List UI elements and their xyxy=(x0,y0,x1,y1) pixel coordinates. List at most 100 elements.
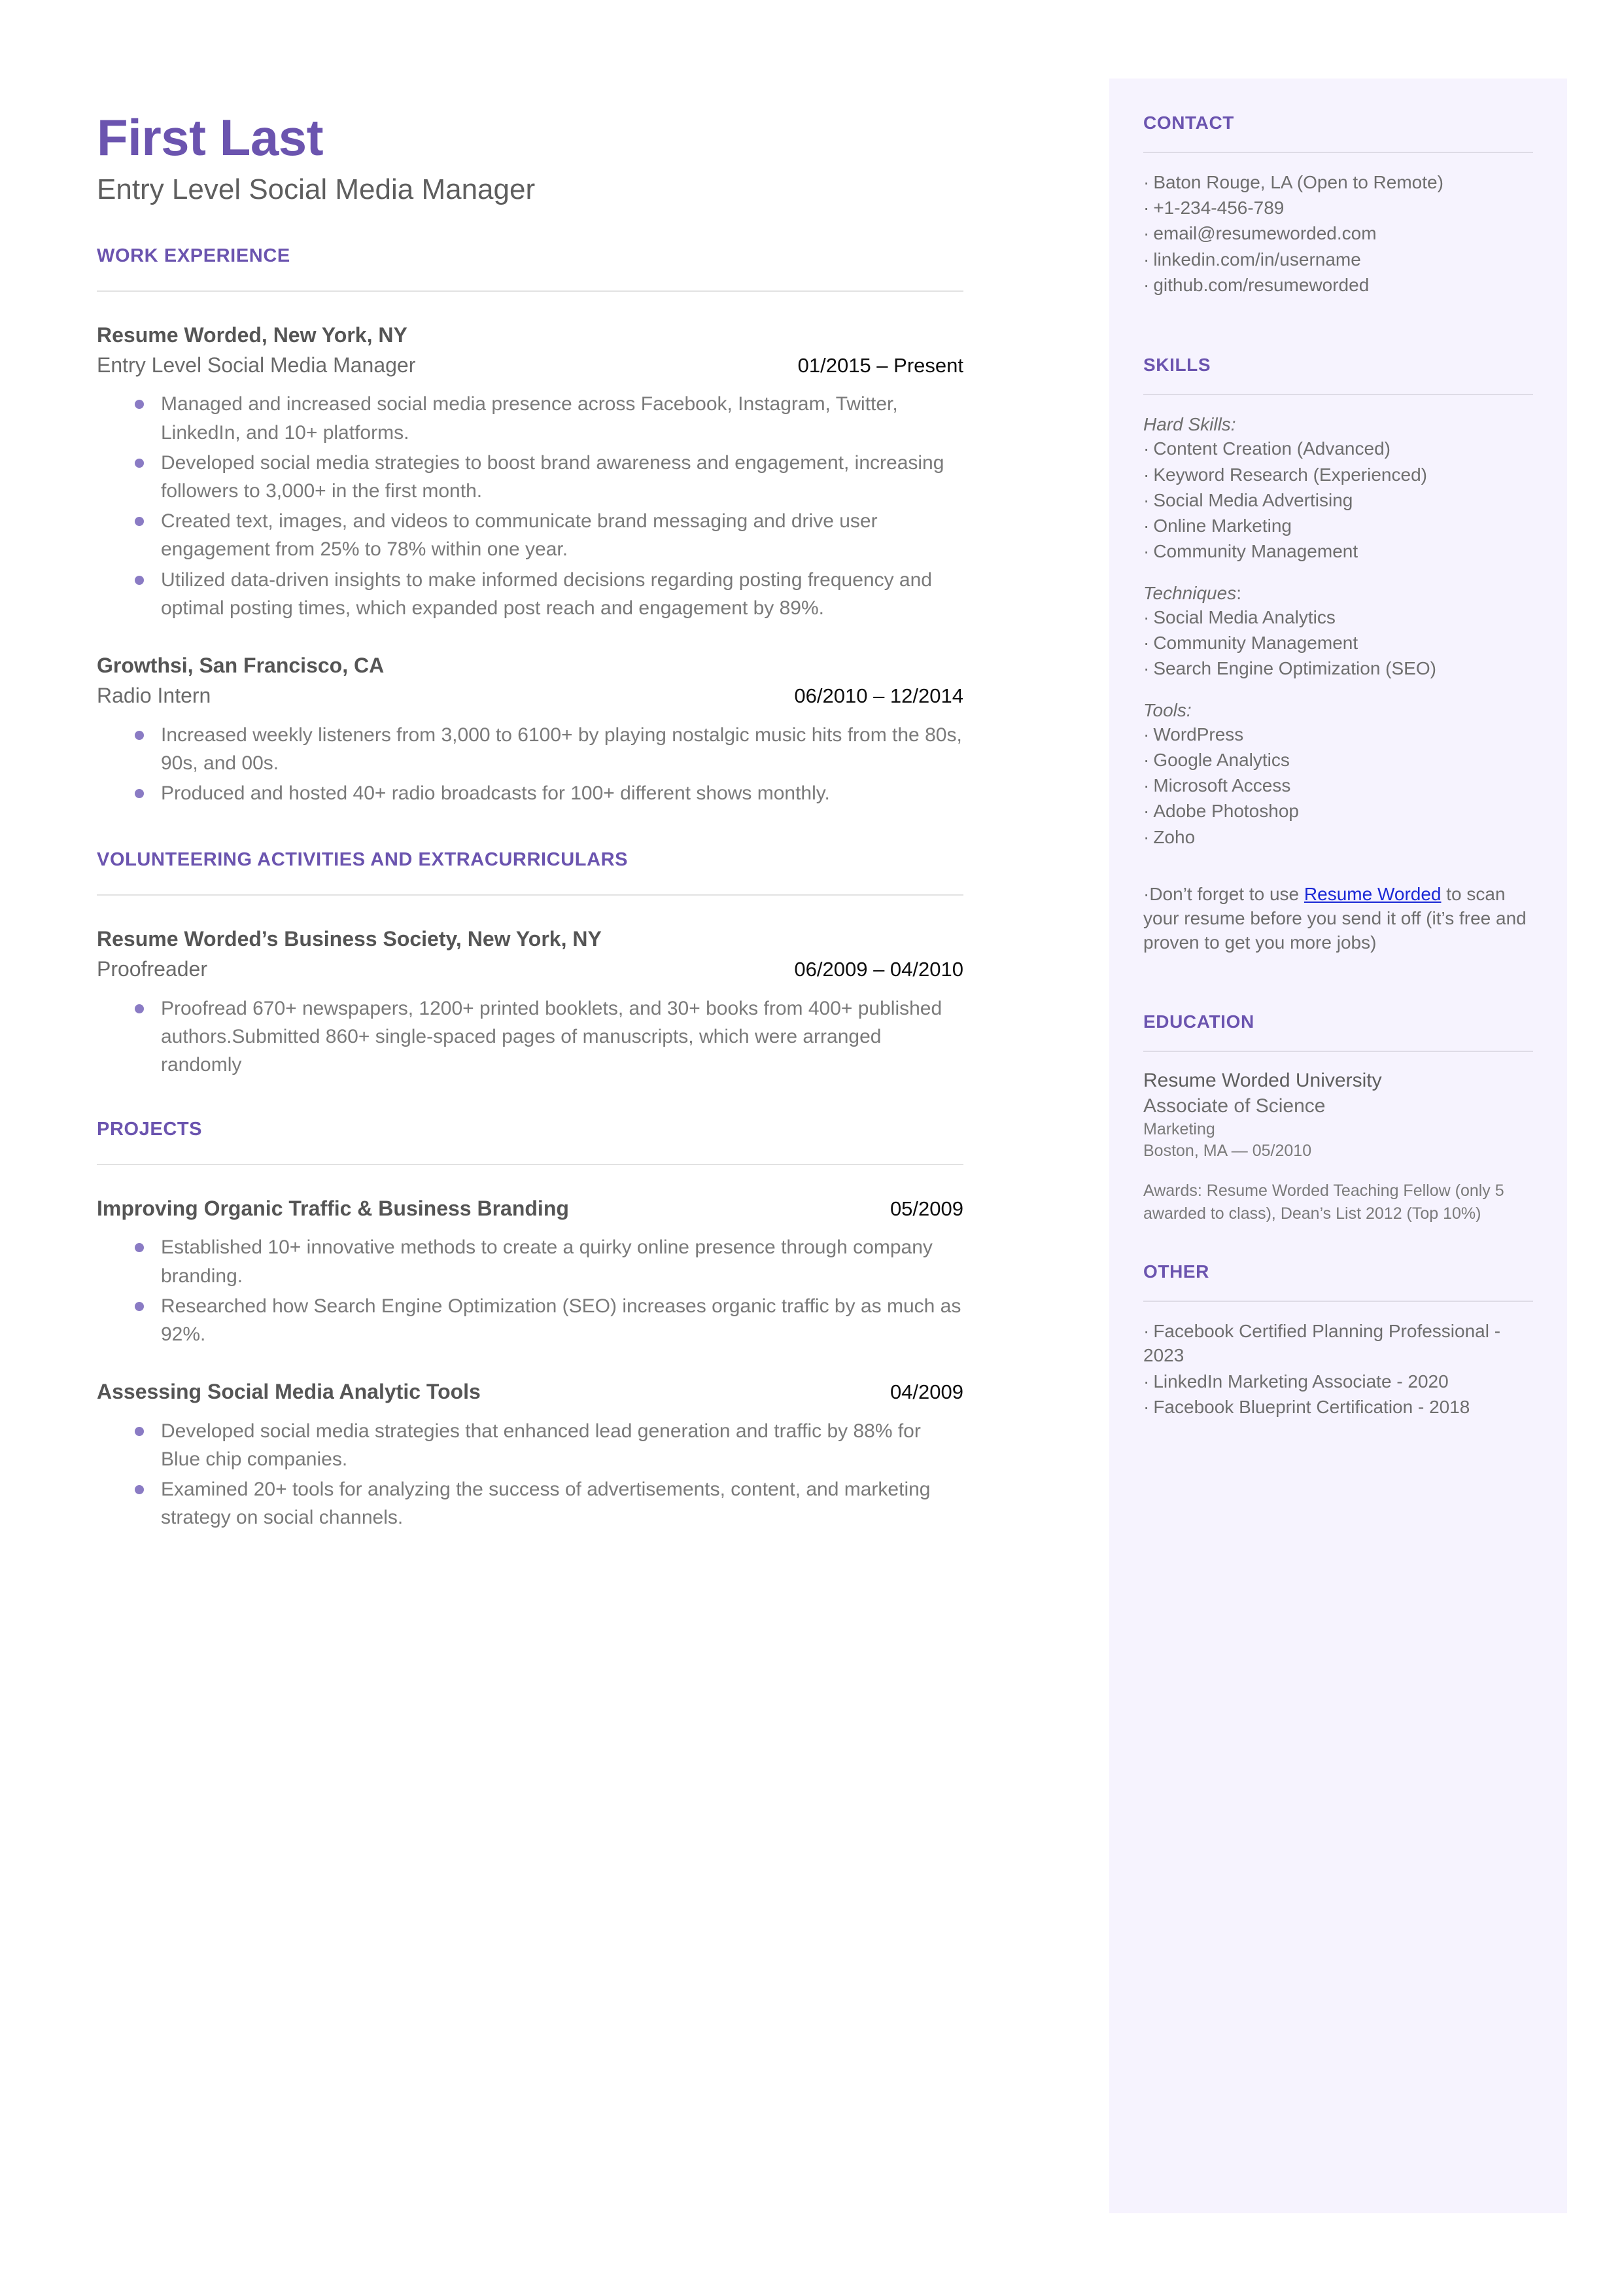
contact-item-phone[interactable]: · +1-234-456-789 xyxy=(1143,196,1533,220)
project-entry-meta: Assessing Social Media Analytic Tools 04… xyxy=(97,1378,963,1405)
bullet-dot-icon: · xyxy=(1143,724,1150,745)
resume-page: First Last Entry Level Social Media Mana… xyxy=(0,0,1624,2295)
education-location-date: Boston, MA — 05/2010 xyxy=(1143,1142,1312,1161)
bullet-dot-icon: · xyxy=(1143,883,1150,904)
candidate-name: First Last xyxy=(97,109,324,166)
list-item: · LinkedIn Marketing Associate - 2020 xyxy=(1143,1369,1533,1393)
skills-group-label-tools: Tools: xyxy=(1143,699,1192,720)
section-heading-volunteering: VOLUNTEERING ACTIVITIES AND EXTRACURRICU… xyxy=(97,849,629,871)
contact-item-linkedin[interactable]: · linkedin.com/in/username xyxy=(1143,247,1533,272)
bullet-dot-icon: · xyxy=(1143,775,1150,796)
resume-worded-promo-note: ·Don’t forget to use Resume Worded to sc… xyxy=(1143,882,1533,955)
bullet-dot-icon xyxy=(135,575,144,585)
bullet-dot-icon: · xyxy=(1143,541,1150,562)
volunteering-entry-bullets: Proofread 670+ newspapers, 1200+ printed… xyxy=(97,994,963,1079)
other-list: · Facebook Certified Planning Professiona… xyxy=(1143,1319,1533,1419)
section-volunteering: VOLUNTEERING ACTIVITIES AND EXTRACURRICU… xyxy=(97,849,963,1079)
skill-text: Search Engine Optimization (SEO) xyxy=(1153,658,1436,679)
bullet-dot-icon: · xyxy=(1143,516,1150,536)
contact-item-github[interactable]: · github.com/resumeworded xyxy=(1143,273,1533,297)
list-item: · Microsoft Access xyxy=(1143,773,1533,797)
sidebar-heading-education: EDUCATION xyxy=(1143,1011,1254,1032)
list-item: · Social Media Advertising xyxy=(1143,488,1533,512)
list-item: · Facebook Certified Planning Professiona… xyxy=(1143,1319,1533,1367)
bullet-text: Developed social media strategies that e… xyxy=(161,1420,921,1470)
skill-text: Keyword Research (Experienced) xyxy=(1153,464,1427,485)
contact-item-text: Baton Rouge, LA (Open to Remote) xyxy=(1153,172,1443,192)
work-entry-bullets: Increased weekly listeners from 3,000 to… xyxy=(97,721,963,808)
volunteering-entry-date: 06/2009 – 04/2010 xyxy=(794,958,963,981)
bullet-text: Developed social media strategies to boo… xyxy=(161,451,944,502)
sidebar-divider xyxy=(1143,1301,1533,1303)
project-title: Improving Organic Traffic & Business Bra… xyxy=(97,1196,569,1220)
project-bullets: Established 10+ innovative methods to cr… xyxy=(97,1233,963,1348)
skills-group-label-techniques: Techniques: xyxy=(1143,581,1533,605)
list-item: · Search Engine Optimization (SEO) xyxy=(1143,656,1533,680)
list-item: · Google Analytics xyxy=(1143,748,1533,772)
volunteering-entry-organization: Resume Worded’s Business Society, New Yo… xyxy=(97,927,602,951)
list-item: · Keyword Research (Experienced) xyxy=(1143,463,1533,487)
bullet-dot-icon: · xyxy=(1143,1371,1150,1392)
bullet-dot-icon: · xyxy=(1143,1321,1150,1342)
list-item: Developed social media strategies that e… xyxy=(97,1417,963,1473)
skills-group-label-hard: Hard Skills: xyxy=(1143,414,1236,435)
skill-text: Microsoft Access xyxy=(1153,775,1291,796)
bullet-dot-icon xyxy=(135,1485,144,1495)
section-work-experience: WORK EXPERIENCE Resume Worded, New York,… xyxy=(97,245,963,808)
list-item: · WordPress xyxy=(1143,722,1533,746)
work-entry-bullets: Managed and increased social media prese… xyxy=(97,390,963,622)
project-entry: Assessing Social Media Analytic Tools 04… xyxy=(97,1378,963,1532)
work-entry-role: Entry Level Social Media Manager xyxy=(97,353,416,377)
sidebar-section-skills: SKILLS Hard Skills: · Content Creation (A… xyxy=(1143,355,1533,955)
work-entry-organization: Growthsi, San Francisco, CA xyxy=(97,653,385,677)
section-divider xyxy=(97,1163,963,1165)
volunteering-entry-role: Proofreader xyxy=(97,957,207,981)
skills-list-hard: · Content Creation (Advanced) · Keyword Re… xyxy=(1143,436,1533,563)
list-item: · Community Management xyxy=(1143,631,1533,655)
bullet-dot-icon xyxy=(135,1004,144,1013)
bullet-dot-icon: · xyxy=(1143,606,1150,627)
main-column: First Last Entry Level Social Media Mana… xyxy=(97,111,963,1534)
resume-worded-link[interactable]: Resume Worded xyxy=(1304,884,1442,904)
bullet-dot-icon xyxy=(135,730,144,740)
education-degree: Associate of Science xyxy=(1143,1095,1326,1117)
education-major: Marketing xyxy=(1143,1119,1215,1138)
bullet-dot-icon: · xyxy=(1143,223,1150,244)
list-item: · Social Media Analytics xyxy=(1143,605,1533,629)
sidebar: CONTACT · Baton Rouge, LA (Open to Remote… xyxy=(1143,113,1533,1420)
skill-text: Community Management xyxy=(1153,541,1358,562)
section-divider xyxy=(97,894,963,896)
project-title: Assessing Social Media Analytic Tools xyxy=(97,1380,481,1404)
list-item: · Online Marketing xyxy=(1143,514,1533,538)
work-entry-organization: Resume Worded, New York, NY xyxy=(97,323,407,347)
contact-item-email[interactable]: · email@resumeworded.com xyxy=(1143,221,1533,245)
list-item: · Zoho xyxy=(1143,825,1533,849)
list-item: Researched how Search Engine Optimizatio… xyxy=(97,1292,963,1348)
work-entry-meta: Entry Level Social Media Manager 01/2015… xyxy=(97,352,963,379)
skill-text: Online Marketing xyxy=(1153,516,1292,536)
work-entry-date: 01/2015 – Present xyxy=(797,353,963,377)
certification-text: Facebook Certified Planning Professional… xyxy=(1143,1321,1501,1366)
sidebar-section-other: OTHER · Facebook Certified Planning Profe… xyxy=(1143,1261,1533,1419)
bullet-dot-icon: · xyxy=(1143,633,1150,654)
bullet-dot-icon: · xyxy=(1143,172,1150,192)
bullet-text: Managed and increased social media prese… xyxy=(161,393,898,444)
bullet-dot-icon xyxy=(135,400,144,410)
skill-text: Zoho xyxy=(1153,826,1196,847)
sidebar-section-contact: CONTACT · Baton Rouge, LA (Open to Remote… xyxy=(1143,113,1533,297)
section-divider xyxy=(97,290,963,292)
section-projects: PROJECTS Improving Organic Traffic & Bus… xyxy=(97,1119,963,1532)
sidebar-heading-contact: CONTACT xyxy=(1143,113,1234,133)
list-item: · Adobe Photoshop xyxy=(1143,799,1533,823)
bullet-dot-icon: · xyxy=(1143,274,1150,295)
list-item: Examined 20+ tools for analyzing the suc… xyxy=(97,1475,963,1532)
skill-text: WordPress xyxy=(1153,724,1244,745)
bullet-text: Utilized data-driven insights to make in… xyxy=(161,569,932,619)
bullet-text: Established 10+ innovative methods to cr… xyxy=(161,1236,933,1287)
project-date: 05/2009 xyxy=(890,1197,963,1220)
education-awards: Awards: Resume Worded Teaching Fellow (o… xyxy=(1143,1182,1504,1223)
list-item: · Facebook Blueprint Certification - 2018 xyxy=(1143,1395,1533,1419)
list-item: Managed and increased social media prese… xyxy=(97,390,963,446)
